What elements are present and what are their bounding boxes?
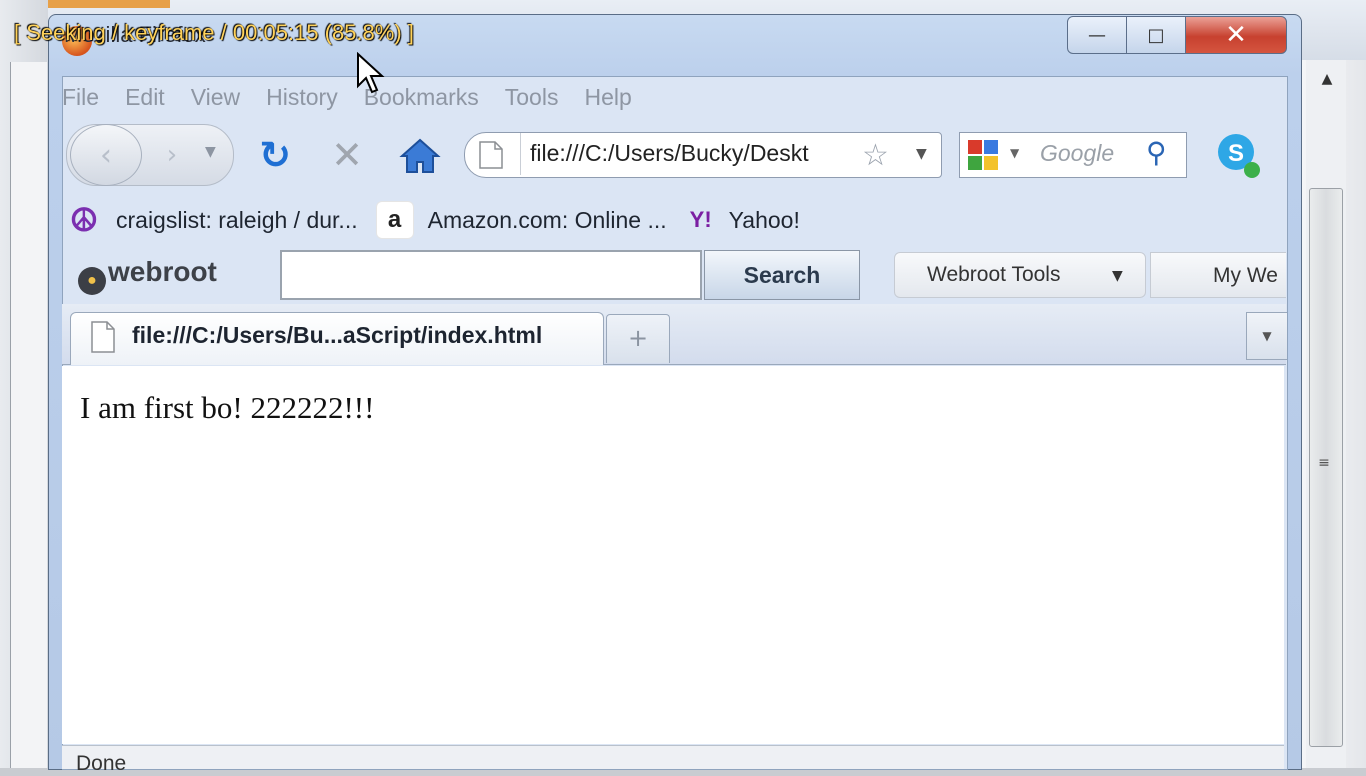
tab-page-icon: [91, 321, 115, 353]
video-seek-overlay: [ Seeking / keyframe / 00:05:15 (85.8%) …: [14, 20, 414, 45]
bookmark-label: Amazon.com: Online ...: [427, 206, 667, 233]
webroot-myweb-button[interactable]: My We: [1150, 252, 1286, 298]
search-input[interactable]: Google: [1040, 140, 1114, 167]
bookmark-label: Yahoo!: [728, 206, 800, 233]
page-body-text: I am first bo! 222222!!!: [80, 390, 375, 425]
forward-arrow-icon: ›: [166, 140, 178, 170]
menu-edit[interactable]: Edit: [125, 84, 165, 114]
chevron-down-icon: ▼: [1262, 329, 1272, 343]
search-magnifier-icon[interactable]: ⚲: [1146, 136, 1167, 169]
close-button[interactable]: ✕: [1185, 16, 1287, 54]
back-button[interactable]: ‹: [70, 124, 142, 186]
bookmark-star-icon[interactable]: ☆: [862, 138, 889, 173]
plus-icon: +: [627, 324, 649, 352]
minimize-icon: —: [1088, 24, 1106, 46]
menu-view[interactable]: View: [191, 84, 240, 114]
reload-button[interactable]: ↻: [254, 134, 296, 176]
webroot-search-button[interactable]: Search: [704, 250, 860, 300]
home-icon: [399, 138, 441, 173]
home-button[interactable]: [398, 134, 442, 178]
mouse-cursor-icon: [357, 52, 385, 94]
search-engine-dropdown-icon[interactable]: ▼: [1010, 146, 1019, 160]
tab-list-button[interactable]: ▼: [1246, 312, 1287, 360]
bookmark-amazon[interactable]: a Amazon.com: Online ...: [375, 201, 667, 239]
address-bar-divider: [520, 133, 521, 175]
forward-button[interactable]: ›: [152, 136, 192, 174]
stop-button[interactable]: ✕: [326, 134, 368, 176]
webroot-logo-icon: ●: [78, 267, 106, 295]
minimize-button[interactable]: —: [1067, 16, 1127, 54]
menu-file[interactable]: File: [62, 84, 99, 114]
status-bar: [62, 745, 1284, 769]
scrollbar-grip-icon: ≡: [1318, 455, 1330, 471]
webroot-tools-button[interactable]: Webroot Tools: [894, 252, 1146, 298]
webroot-tools-dropdown-icon[interactable]: ▼: [1112, 268, 1123, 284]
close-icon: ✕: [1225, 20, 1247, 50]
address-dropdown-icon[interactable]: ▼: [916, 146, 927, 162]
webroot-logo: ● webroot: [78, 256, 217, 295]
bookmark-craigslist[interactable]: ☮ craigslist: raleigh / dur...: [66, 202, 358, 238]
menu-tools[interactable]: Tools: [505, 84, 559, 114]
status-text: Done: [76, 752, 127, 775]
amazon-icon: a: [375, 201, 414, 239]
new-tab-button[interactable]: +: [606, 314, 670, 363]
maximize-button[interactable]: □: [1126, 16, 1186, 54]
maximize-icon: □: [1147, 24, 1165, 46]
peace-icon: ☮: [69, 202, 99, 238]
back-arrow-icon: ‹: [100, 137, 112, 173]
webroot-logo-text: webroot: [108, 256, 217, 287]
menu-help[interactable]: Help: [584, 84, 631, 114]
page-icon: [479, 141, 503, 169]
tab-title[interactable]: file:///C:/Users/Bu...aScript/index.html: [132, 322, 542, 349]
bookmarks-toolbar: ☮ craigslist: raleigh / dur... a Amazon.…: [66, 200, 818, 240]
bookmark-label: craigslist: raleigh / dur...: [116, 206, 358, 233]
yahoo-icon: Y!: [689, 207, 712, 232]
reload-icon: ↻: [259, 133, 291, 177]
background-window-pane: [10, 62, 47, 768]
bookmark-yahoo[interactable]: Y! Yahoo!: [685, 202, 800, 238]
skype-icon[interactable]: S: [1212, 130, 1262, 180]
google-engine-icon[interactable]: [966, 138, 1000, 172]
scroll-up-arrow-icon[interactable]: ▲: [1316, 68, 1338, 90]
webroot-search-input[interactable]: [280, 250, 702, 300]
address-text[interactable]: file:///C:/Users/Bucky/Deskt: [530, 140, 852, 167]
menu-history[interactable]: History: [266, 84, 338, 114]
history-dropdown-icon[interactable]: ▼: [205, 144, 216, 160]
svg-text:S: S: [1228, 140, 1244, 167]
stop-icon: ✕: [331, 133, 363, 177]
